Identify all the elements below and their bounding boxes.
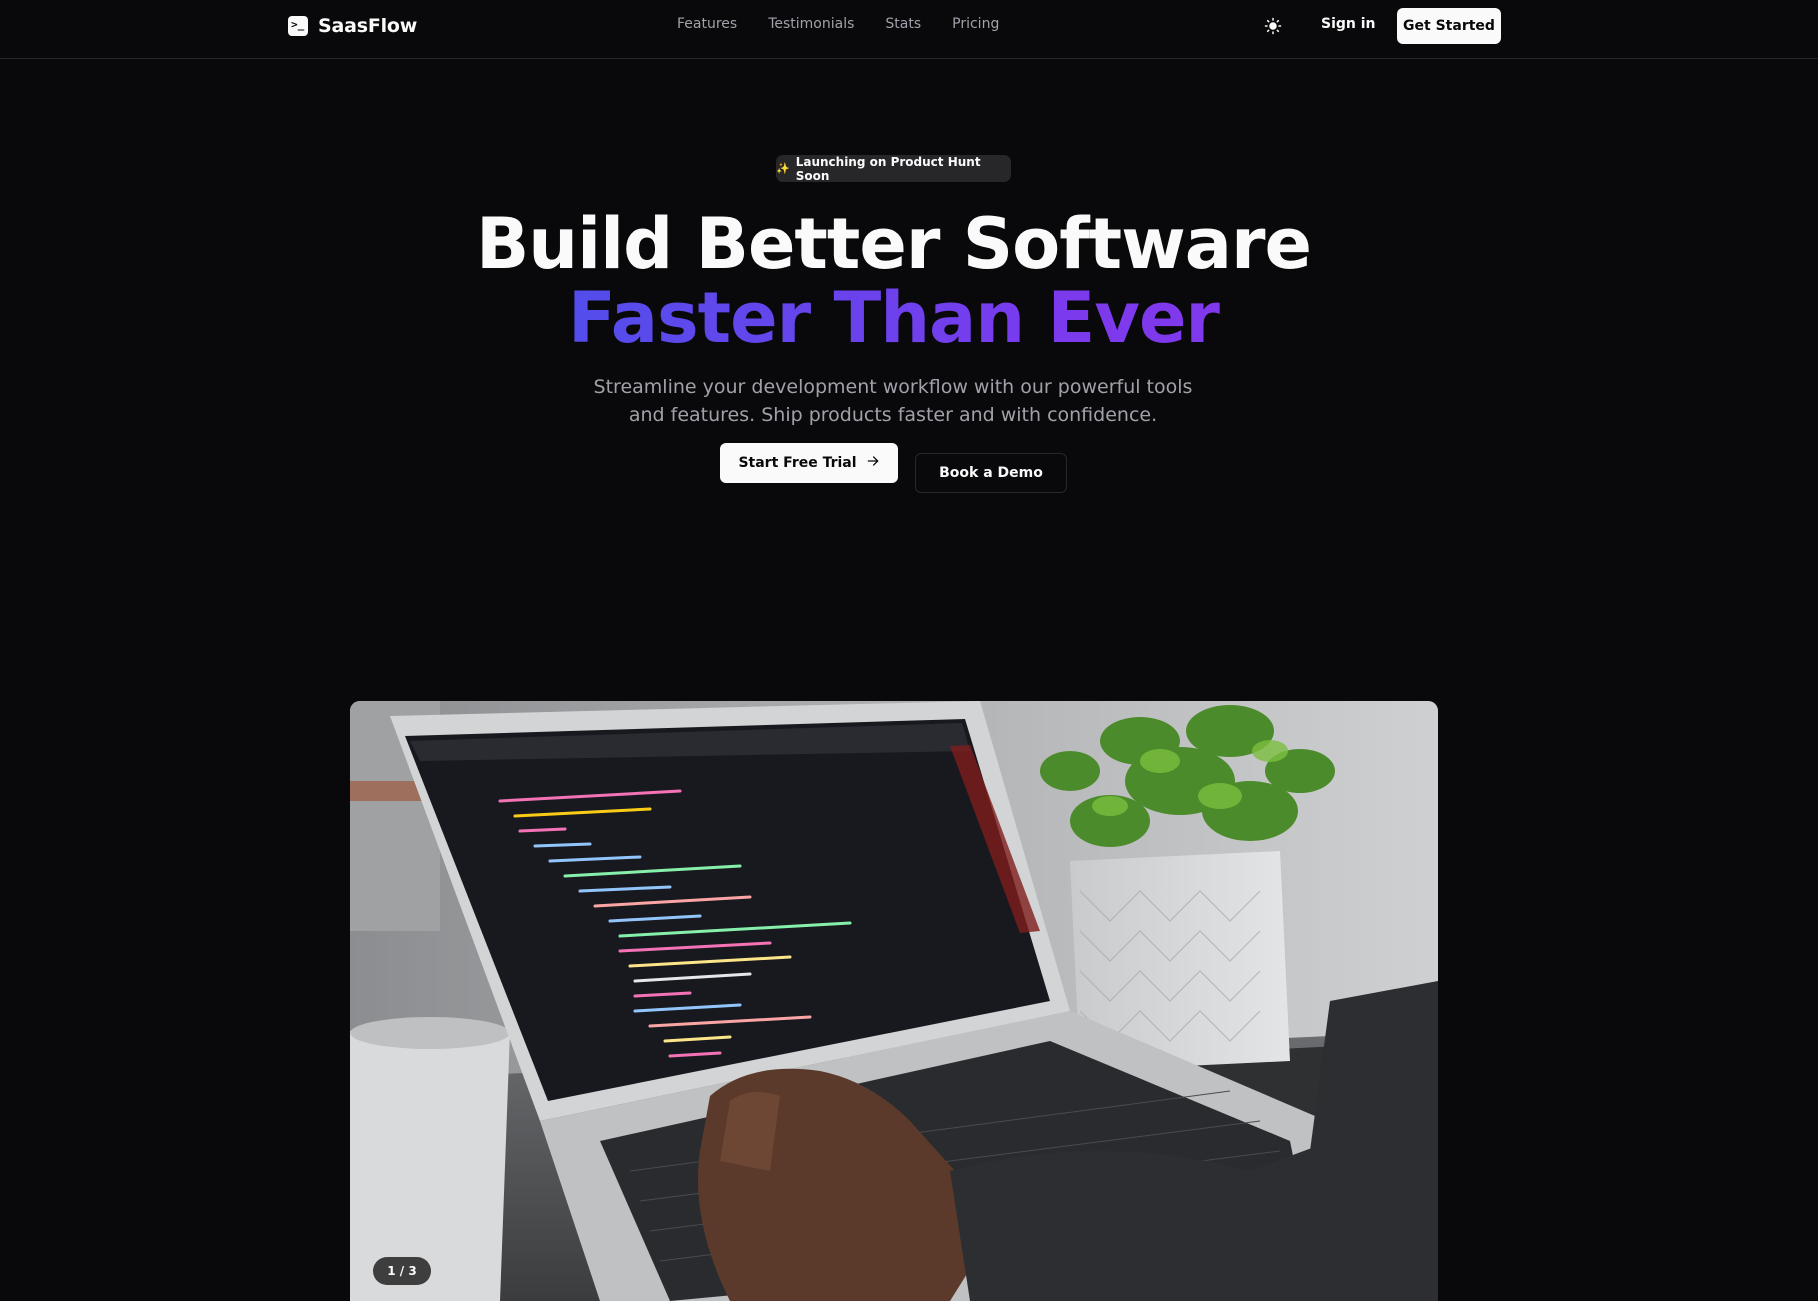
sign-in-link[interactable]: Sign in bbox=[1321, 16, 1376, 32]
hero-title-line1: Build Better Software bbox=[475, 203, 1312, 285]
navbar: >_ SaasFlow Features Testimonials Stats … bbox=[0, 0, 1818, 59]
hero-title: Build Better Software Faster Than Ever bbox=[0, 207, 1787, 355]
theme-toggle-button[interactable] bbox=[1260, 15, 1286, 41]
hero-carousel-image bbox=[350, 701, 1438, 1301]
nav-link-pricing[interactable]: Pricing bbox=[952, 16, 999, 32]
start-free-trial-label: Start Free Trial bbox=[738, 455, 857, 471]
sun-icon bbox=[1264, 17, 1282, 39]
hero-subtitle: Streamline your development workflow wit… bbox=[593, 376, 1193, 426]
brand-logo-link[interactable]: >_ SaasFlow bbox=[288, 14, 417, 38]
launch-badge-label: Launching on Product Hunt Soon bbox=[795, 154, 981, 183]
get-started-button[interactable]: Get Started bbox=[1397, 8, 1501, 44]
book-demo-button[interactable]: Book a Demo bbox=[915, 453, 1067, 493]
laptop-code-photo bbox=[350, 701, 1438, 1301]
terminal-icon: >_ bbox=[288, 16, 308, 36]
hero-title-line2: Faster Than Ever bbox=[0, 281, 1787, 355]
sparkles-icon: ✨ bbox=[776, 162, 790, 175]
launch-badge: ✨ Launching on Product Hunt Soon bbox=[776, 154, 1011, 183]
main-nav: Features Testimonials Stats Pricing bbox=[677, 16, 999, 32]
nav-link-testimonials[interactable]: Testimonials bbox=[768, 16, 854, 32]
nav-link-features[interactable]: Features bbox=[677, 16, 737, 32]
carousel-slide-counter: 1 / 3 bbox=[373, 1257, 431, 1285]
start-free-trial-button[interactable]: Start Free Trial bbox=[720, 443, 898, 483]
arrow-right-icon bbox=[866, 454, 880, 472]
nav-link-stats[interactable]: Stats bbox=[885, 16, 921, 32]
brand-name: SaasFlow bbox=[318, 15, 418, 37]
